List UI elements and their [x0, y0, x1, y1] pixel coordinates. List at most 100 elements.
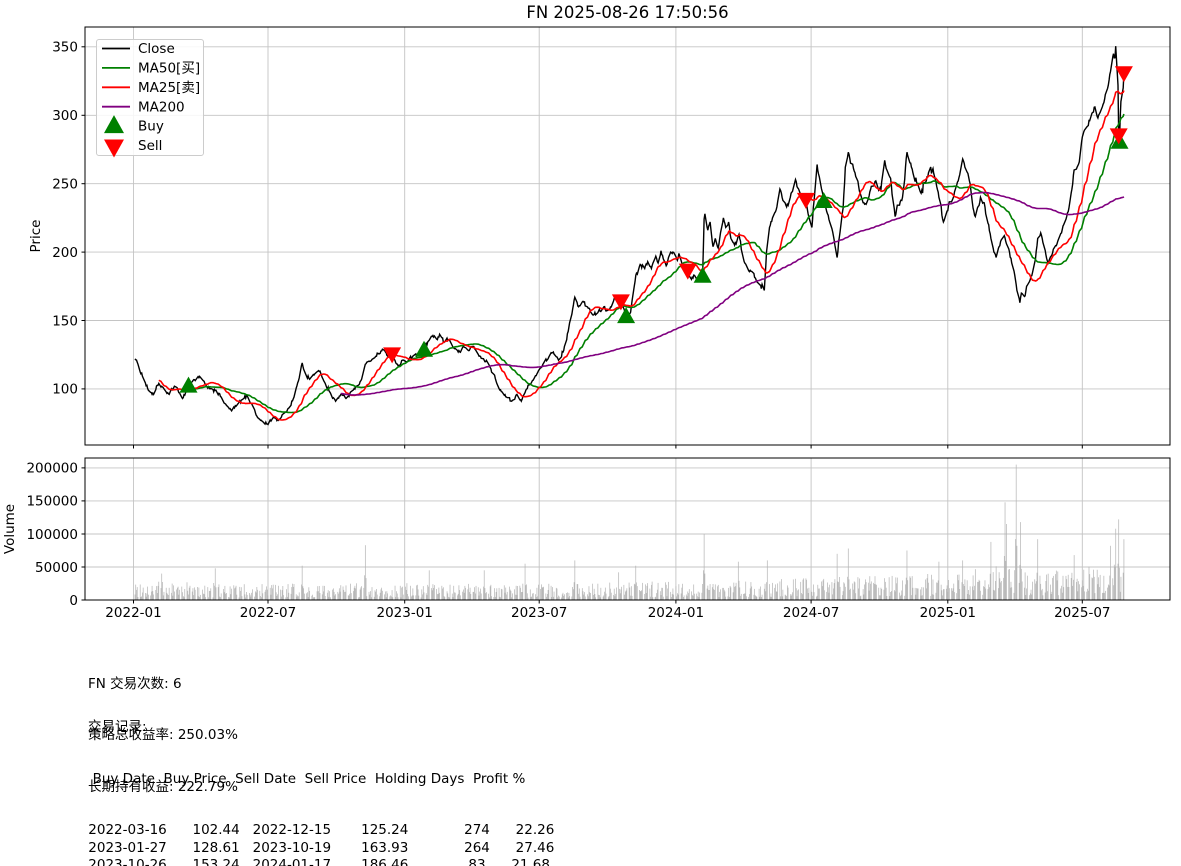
volume-bar [991, 542, 992, 600]
volume-bar [786, 595, 787, 600]
volume-bar [271, 595, 272, 600]
volume-bar [338, 594, 339, 600]
volume-bar [422, 594, 423, 600]
volume-bar [587, 594, 588, 600]
volume-bar [803, 580, 804, 600]
volume-bar [375, 592, 376, 600]
volume-bar [1014, 570, 1015, 600]
volume-bar [1073, 580, 1074, 600]
volume-bar [200, 595, 201, 600]
volume-bar [384, 594, 385, 600]
volume-bar [978, 582, 979, 600]
volume-bar [746, 596, 747, 600]
volume-bar [277, 596, 278, 600]
volume-tick-label: 100000 [26, 527, 78, 543]
volume-bar [475, 594, 476, 601]
volume-bar [775, 584, 776, 600]
volume-bar [938, 580, 939, 600]
volume-bar [505, 593, 506, 600]
volume-bar [723, 588, 724, 600]
volume-bar [275, 585, 276, 600]
volume-bar [277, 594, 278, 600]
volume-bar [135, 595, 136, 601]
volume-bar [953, 584, 954, 600]
volume-bar [323, 586, 324, 600]
volume-bar [1060, 589, 1061, 601]
volume-bar [387, 591, 388, 600]
volume-bar [145, 593, 146, 600]
buy-marker [815, 192, 833, 208]
volume-bar [260, 596, 261, 600]
volume-bar [526, 584, 527, 600]
volume-bar [370, 591, 371, 600]
volume-bar [563, 593, 564, 600]
volume-bar [215, 568, 216, 600]
volume-bar [292, 584, 293, 600]
volume-bar [686, 595, 687, 601]
volume-bar [1078, 591, 1079, 600]
volume-bar [733, 583, 734, 600]
volume-bar [468, 589, 469, 600]
volume-bar [990, 574, 991, 600]
volume-bar [707, 589, 708, 600]
volume-bar [1046, 575, 1047, 600]
volume-bar [963, 584, 964, 600]
volume-bar [356, 583, 357, 600]
volume-tick-label: 150000 [26, 494, 78, 510]
volume-bar [624, 585, 625, 600]
volume-bar [416, 585, 417, 600]
volume-bar [418, 589, 419, 600]
volume-bar [438, 594, 439, 600]
price-tick-label: 250 [52, 177, 78, 193]
volume-bar [470, 588, 471, 600]
volume-bar [369, 592, 370, 600]
volume-bar [142, 593, 143, 601]
volume-bar [246, 592, 247, 600]
volume-bar [439, 588, 440, 600]
volume-bar [736, 583, 737, 600]
volume-bar [1000, 582, 1001, 600]
volume-bar [624, 595, 625, 600]
volume-bar [361, 588, 362, 601]
volume-bar [673, 589, 674, 601]
volume-bar [665, 582, 666, 600]
volume-bar [1120, 592, 1121, 600]
volume-bar [140, 585, 141, 601]
volume-bar [299, 592, 300, 600]
volume-bar [1109, 576, 1110, 600]
volume-bar [756, 596, 757, 600]
volume-bar [603, 595, 604, 600]
volume-bar [980, 591, 981, 600]
volume-bar [777, 583, 778, 600]
volume-bar [791, 596, 792, 600]
volume-bar [424, 592, 425, 600]
volume-bar [635, 566, 636, 600]
volume-bar [538, 585, 539, 600]
volume-bar [860, 596, 861, 600]
volume-bar [213, 583, 214, 600]
volume-bar [1067, 587, 1068, 600]
volume-bar [176, 590, 177, 601]
volume-bar [262, 584, 263, 600]
volume-bar [271, 585, 272, 600]
volume-bar [522, 592, 523, 600]
volume-bar [1055, 574, 1056, 600]
volume-bar [221, 593, 222, 600]
volume-bar [947, 592, 948, 600]
volume-bar [1006, 524, 1007, 600]
volume-bar [1112, 578, 1113, 600]
volume-bar [234, 588, 235, 600]
volume-bar [1063, 587, 1064, 600]
volume-bar [178, 595, 179, 600]
volume-bar [626, 591, 627, 601]
volume-bar [309, 587, 310, 600]
volume-bar [401, 588, 402, 600]
volume-bar [887, 596, 888, 600]
volume-bar [478, 587, 479, 600]
volume-bar [270, 588, 271, 600]
volume-bar [192, 592, 193, 600]
volume-bar [251, 597, 252, 600]
volume-bar [640, 591, 641, 600]
volume-bar [728, 596, 729, 600]
volume-bar [470, 594, 471, 600]
